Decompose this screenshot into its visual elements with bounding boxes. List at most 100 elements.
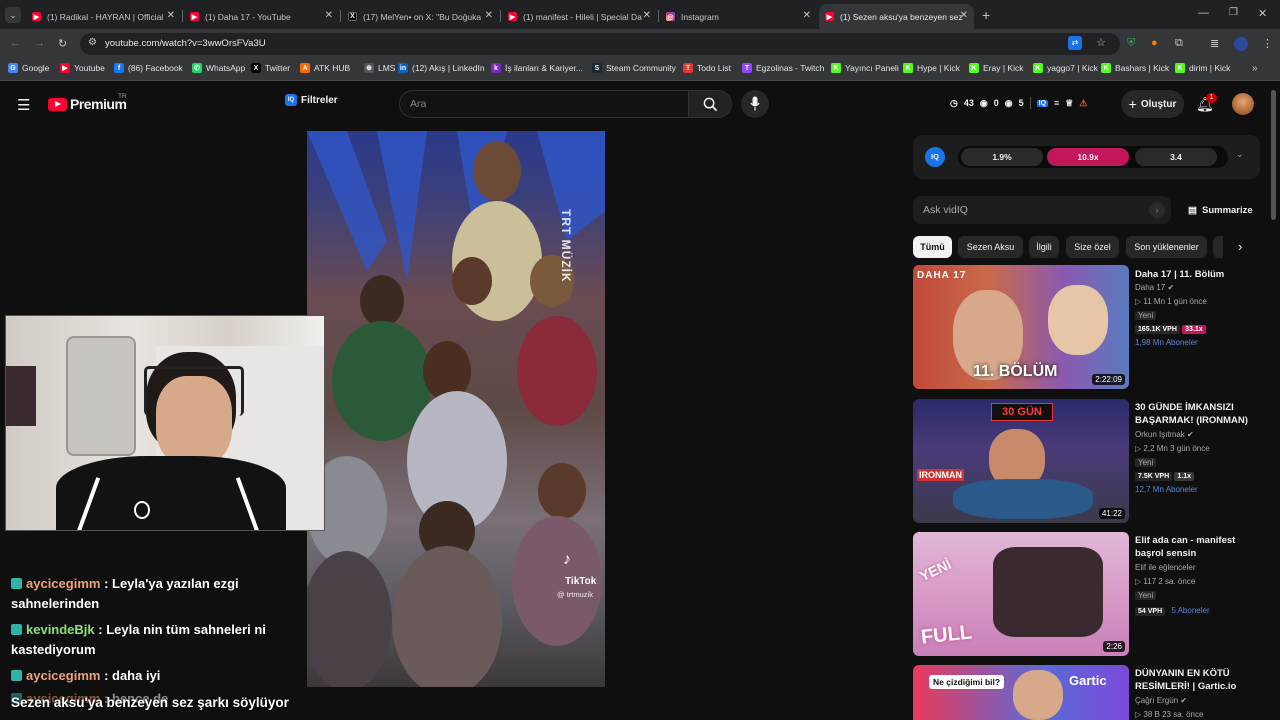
search-input[interactable]: Ara — [399, 90, 689, 118]
chip-related[interactable]: İlgili — [1029, 236, 1059, 258]
bookmark-item[interactable]: X Twitter — [251, 63, 290, 73]
close-icon[interactable]: ✕ — [325, 10, 333, 21]
user-avatar[interactable] — [1232, 93, 1254, 115]
close-icon[interactable]: ✕ — [167, 10, 175, 21]
voice-search-button[interactable] — [741, 90, 769, 118]
browser-menu-icon[interactable]: ⋮ — [1262, 37, 1273, 50]
bookmark-item[interactable]: f (86) Facebook — [114, 63, 183, 73]
channel-name[interactable]: Çağrı Ergün ✔︎ — [1135, 696, 1187, 705]
bookmark-item[interactable]: Kdirim | Kick — [1175, 63, 1230, 73]
browser-tab[interactable]: ◎ Instagram ✕ — [660, 4, 817, 29]
window-close-button[interactable]: ✕ — [1258, 7, 1267, 20]
bookmark-star-icon[interactable]: ☆ — [1096, 36, 1106, 49]
bookmark-item[interactable]: K Hype | Kick — [903, 63, 960, 73]
video-player[interactable]: TRT MÜZİK ♪ TikTok @ trtmuzik — [307, 131, 605, 687]
bookmark-item[interactable]: Kyaggo7 | Kick — [1033, 63, 1098, 73]
address-bar[interactable]: ⚙ youtube.com/watch?v=3wwOrsFVa3U ⇄ ☆ — [80, 33, 1120, 55]
bookmark-item[interactable]: S Steam Community — [592, 63, 676, 73]
tab-search-button[interactable]: ⌄ — [5, 7, 21, 23]
chip-for-you[interactable]: Size özel — [1066, 236, 1119, 258]
chip-more[interactable] — [1213, 236, 1223, 258]
chip-all[interactable]: Tümü — [913, 236, 952, 258]
shield-extension-icon[interactable]: ⛨ — [1127, 37, 1135, 50]
channel-name[interactable]: Elif ile eğlenceler — [1135, 563, 1195, 572]
chevron-right-icon[interactable]: › — [1238, 239, 1242, 254]
bookmark-favicon-icon: K — [1033, 63, 1043, 73]
bookmark-item[interactable]: k İş ilanları & Kariyer... — [491, 63, 583, 73]
extension-icon[interactable]: ● — [1151, 37, 1158, 49]
video-thumbnail[interactable]: 30 GÜN IRONMAN 41:22 — [913, 399, 1129, 523]
bookmark-favicon-icon: K — [969, 63, 979, 73]
ask-vidiq-input[interactable]: Ask vidIQ › — [913, 196, 1171, 224]
minimize-button[interactable]: — — [1198, 7, 1209, 19]
video-title[interactable]: Elif ada can - manifest başrol sensin — [1135, 534, 1265, 560]
bookmark-item[interactable]: K Eray | Kick — [969, 63, 1023, 73]
translate-icon[interactable]: ⇄ — [1068, 36, 1082, 50]
search-button[interactable] — [688, 90, 732, 118]
video-title[interactable]: 30 GÜNDE İMKANSIZI BAŞARMAK! (IRONMAN) — [1135, 401, 1265, 427]
bookmark-item[interactable]: T Todo List — [683, 63, 731, 73]
create-button[interactable]: + Oluştur — [1121, 90, 1184, 118]
video-thumbnail[interactable]: Ne çizdiğimi bil? Gartic — [913, 665, 1129, 720]
video-title[interactable]: DÜNYANIN EN KÖTÜ RESİMLERİ! | Gartic.io — [1135, 667, 1265, 693]
bookmark-item[interactable]: T Egzolinas - Twitch — [742, 63, 824, 73]
vidiq-badge-icon[interactable]: IQ — [1036, 99, 1049, 107]
trophy-icon[interactable]: ♕ — [1065, 98, 1073, 109]
more-bookmarks-icon[interactable]: » — [1252, 63, 1258, 74]
bookmark-favicon-icon: K — [831, 63, 841, 73]
close-icon[interactable]: ✕ — [960, 10, 968, 21]
bookmark-item[interactable]: K Bashars | Kick — [1101, 63, 1169, 73]
bookmark-item[interactable]: G Google — [8, 63, 49, 73]
video-title[interactable]: Daha 17 | 11. Bölüm — [1135, 268, 1265, 281]
hamburger-menu-icon[interactable]: ☰ — [17, 96, 30, 114]
close-icon[interactable]: ✕ — [803, 10, 811, 21]
list-icon[interactable]: ≡ — [1054, 98, 1059, 108]
bookmark-favicon-icon: ⊕ — [364, 63, 374, 73]
bookmark-item[interactable]: ✆ WhatsApp — [192, 63, 245, 73]
bookmark-favicon-icon: K — [1101, 63, 1111, 73]
subscriber-count: 5 Aboneler — [1171, 606, 1210, 615]
youtube-icon: ▶ — [32, 12, 41, 21]
back-arrow-icon[interactable]: ← — [10, 37, 21, 49]
browser-tab[interactable]: ▶ (1) Daha 17 - YouTube ✕ — [184, 4, 339, 29]
forward-arrow-icon[interactable]: → — [34, 37, 45, 49]
channel-label: Daha 17 — [1135, 283, 1166, 292]
new-badge-label: Yeni — [1135, 311, 1157, 320]
chip-recent[interactable]: Son yüklenenler — [1126, 236, 1207, 258]
bookmark-label: Bashars | Kick — [1115, 63, 1170, 73]
extensions-puzzle-icon[interactable]: ⧉ — [1175, 37, 1183, 50]
send-arrow-icon[interactable]: › — [1149, 202, 1165, 218]
video-thumbnail[interactable]: YENİ FULL 2:26 — [913, 532, 1129, 656]
bookmark-item[interactable]: in (12) Akış | LinkedIn — [398, 63, 485, 73]
bookmark-label: (12) Akış | LinkedIn — [412, 63, 485, 73]
subscriber-count: 1,98 Mn Aboneler — [1135, 338, 1198, 347]
bookmark-label: ATK HUB — [314, 63, 351, 73]
browser-tab[interactable]: ▶ (1) manifest - Hileli | Special Da ✕ — [502, 4, 657, 29]
browser-tab-active[interactable]: ▶ (1) Sezen aksu'ya benzeyen sez ✕ — [819, 4, 974, 29]
youtube-logo[interactable]: Premium — [48, 96, 127, 112]
new-tab-button[interactable]: + — [982, 7, 990, 23]
summarize-button[interactable]: ▤ Summarize — [1188, 205, 1253, 216]
bookmark-item[interactable]: K Yayıncı Paneli — [831, 63, 899, 73]
reload-icon[interactable]: ↻ — [58, 37, 67, 50]
tab-list-icon[interactable]: ≣ — [1210, 37, 1219, 50]
bookmark-item[interactable]: ⊕ LMS — [364, 63, 395, 73]
close-icon[interactable]: ✕ — [485, 10, 493, 21]
alert-icon[interactable]: ⚠ — [1079, 98, 1087, 109]
chip-sezen-aksu[interactable]: Sezen Aksu — [958, 236, 1023, 258]
browser-tab[interactable]: X (17) MelYen• on X: "Bu Doğuka ✕ — [342, 4, 499, 29]
maximize-button[interactable]: ❐ — [1229, 7, 1238, 18]
filters-button[interactable]: IQ Filtreler — [285, 94, 338, 106]
bookmark-item[interactable]: ▶ Youtube — [60, 63, 105, 73]
channel-name[interactable]: Daha 17 ✔︎ — [1135, 283, 1174, 292]
site-info-icon[interactable]: ⚙ — [88, 37, 97, 48]
chevron-down-icon[interactable]: ⌄ — [1236, 149, 1244, 160]
vph-pill: 7.5K VPH — [1135, 472, 1173, 481]
profile-avatar[interactable] — [1234, 37, 1248, 51]
bookmark-item[interactable]: A ATK HUB — [300, 63, 350, 73]
page-scrollbar[interactable] — [1271, 90, 1276, 220]
browser-tab[interactable]: ▶ (1) Radikal - HAYRAN | Official ✕ — [26, 4, 181, 29]
video-thumbnail[interactable]: DAHA 17 11. BÖLÜM 2:22:09 — [913, 265, 1129, 389]
channel-name[interactable]: Orkun Işıtmak ✔︎ — [1135, 430, 1194, 439]
close-icon[interactable]: ✕ — [643, 10, 651, 21]
